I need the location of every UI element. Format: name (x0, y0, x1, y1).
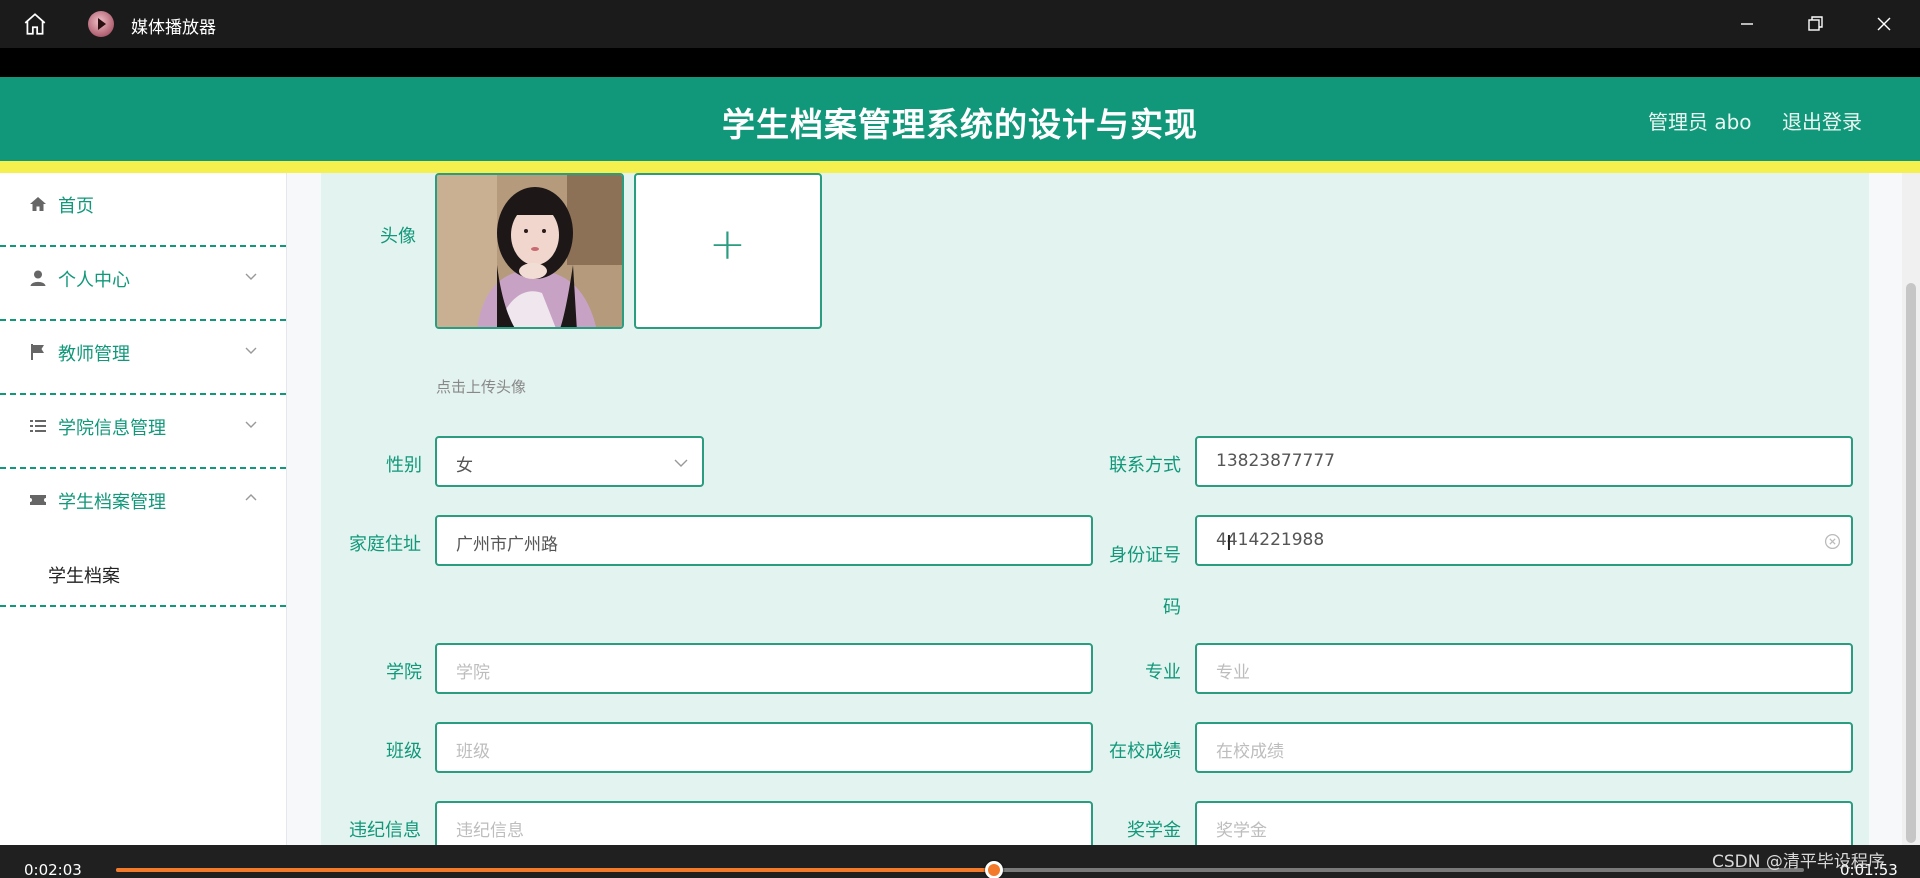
sidebar-subitem-student-records[interactable]: 学生档案 (0, 542, 286, 607)
id-number-label: 身份证号码 (1109, 545, 1181, 618)
video-letterbox (0, 48, 1920, 77)
logout-link[interactable]: 退出登录 (1782, 106, 1862, 135)
minimize-icon[interactable] (1735, 12, 1759, 36)
sidebar-item-label: 首页 (58, 196, 94, 217)
avatar-upload-button[interactable]: + (634, 173, 822, 329)
sidebar-item-teacher-management[interactable]: 教师管理 (0, 321, 286, 395)
ticket-icon (30, 495, 46, 505)
id-number-input[interactable]: 4414221988 I (1195, 515, 1853, 566)
chevron-down-icon (245, 347, 257, 354)
main-scrollbar[interactable] (1902, 173, 1920, 845)
chevron-down-icon (674, 459, 688, 467)
address-label: 家庭住址 (349, 534, 421, 555)
sidebar-item-label: 教师管理 (58, 344, 130, 365)
window-titlebar: 媒体播放器 (0, 0, 1920, 48)
sidebar-item-student-records[interactable]: 学生档案管理 (0, 469, 286, 543)
avatar-photo (437, 175, 622, 327)
discipline-label: 违纪信息 (349, 820, 421, 841)
home-icon[interactable] (22, 11, 48, 37)
contact-input[interactable]: 13823877777 (1195, 436, 1853, 487)
grades-placeholder: 在校成绩 (1216, 742, 1284, 762)
close-icon[interactable] (1872, 12, 1896, 36)
sidebar-item-label: 学生档案管理 (58, 492, 166, 513)
chevron-down-icon (245, 421, 257, 428)
sidebar-item-home[interactable]: 首页 (0, 173, 286, 247)
discipline-placeholder: 违纪信息 (456, 821, 524, 841)
chevron-up-icon (245, 494, 257, 501)
seek-bar-progress (116, 868, 994, 872)
home-icon (30, 197, 46, 211)
major-input[interactable]: 专业 (1195, 643, 1853, 694)
id-number-value: 4414221988 (1216, 530, 1325, 550)
grades-input[interactable]: 在校成绩 (1195, 722, 1853, 773)
media-player-icon (88, 11, 114, 37)
sidebar-item-personal-center[interactable]: 个人中心 (0, 247, 286, 321)
address-input[interactable]: 广州市广州路 (435, 515, 1093, 566)
sidebar-item-label: 个人中心 (58, 270, 130, 291)
contact-value: 13823877777 (1216, 451, 1335, 471)
major-label: 专业 (1145, 662, 1181, 683)
major-placeholder: 专业 (1216, 663, 1250, 683)
college-placeholder: 学院 (456, 663, 490, 683)
contact-label: 联系方式 (1109, 455, 1181, 476)
sidebar-subitem-label: 学生档案 (48, 566, 120, 587)
gender-select[interactable]: 女 (435, 436, 704, 487)
upload-hint: 点击上传头像 (436, 378, 527, 396)
elapsed-time: 0:02:03 (24, 861, 82, 878)
scholarship-label: 奖学金 (1127, 820, 1181, 841)
clear-icon[interactable] (1824, 533, 1841, 550)
list-icon (30, 420, 46, 432)
avatar-label: 头像 (380, 226, 416, 247)
college-input[interactable]: 学院 (435, 643, 1093, 694)
user-icon (30, 270, 46, 286)
class-input[interactable]: 班级 (435, 722, 1093, 773)
address-value: 广州市广州路 (456, 535, 558, 555)
text-cursor-icon: I (1226, 531, 1232, 555)
gender-label: 性别 (386, 455, 422, 476)
scholarship-placeholder: 奖学金 (1216, 821, 1267, 841)
sidebar-item-college-info[interactable]: 学院信息管理 (0, 395, 286, 469)
avatar-image[interactable] (435, 173, 624, 329)
scrollbar-thumb[interactable] (1906, 283, 1916, 843)
flag-icon (31, 344, 44, 360)
maximize-icon[interactable] (1803, 12, 1827, 36)
class-label: 班级 (386, 741, 422, 762)
plus-icon: + (709, 219, 746, 270)
class-placeholder: 班级 (456, 742, 490, 762)
seek-bar[interactable] (116, 861, 1804, 878)
watermark: CSDN @清平毕设程序 (1712, 852, 1885, 872)
chevron-down-icon (245, 273, 257, 280)
media-player-controls: 0:02:03 0:01:53 (0, 845, 1920, 878)
sidebar-item-label: 学院信息管理 (58, 418, 166, 439)
header-accent-strip (0, 161, 1920, 173)
grades-label: 在校成绩 (1109, 741, 1181, 762)
window-title: 媒体播放器 (131, 18, 216, 38)
page-title: 学生档案管理系统的设计与实现 (722, 105, 1198, 144)
app-header: 学生档案管理系统的设计与实现 管理员 abo 退出登录 (0, 77, 1920, 161)
college-label: 学院 (386, 662, 422, 683)
gender-value: 女 (456, 456, 473, 476)
current-user: 管理员 abo (1648, 110, 1752, 134)
sidebar: 首页 个人中心 教师管理 学院信息管理 学生档案管理 学生档案 (0, 173, 287, 845)
seek-bar-handle[interactable] (984, 861, 1003, 878)
